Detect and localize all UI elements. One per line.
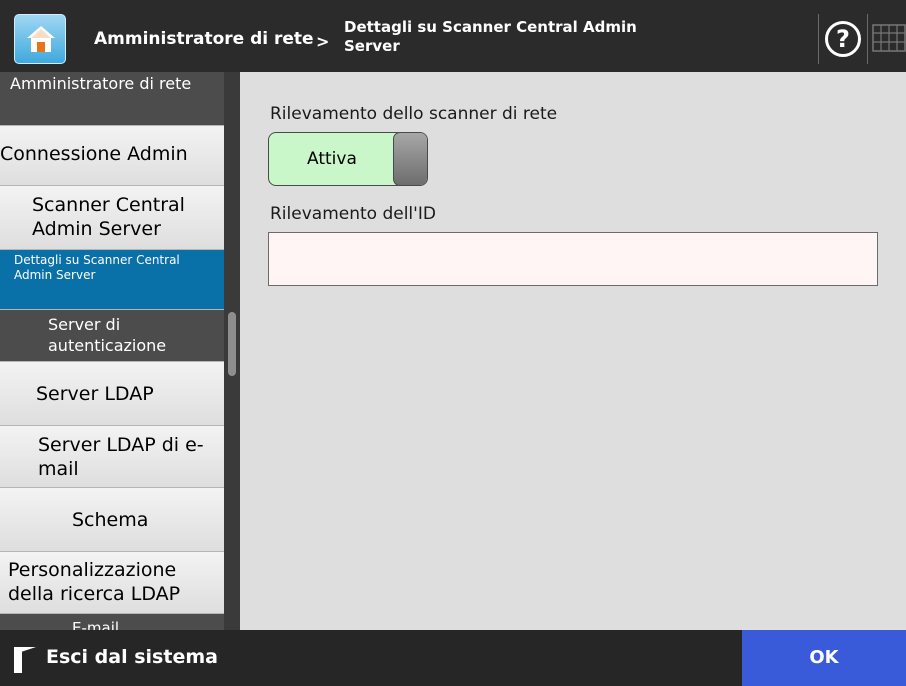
- sidebar-group-authentication-server[interactable]: Server di autenticazione: [0, 310, 224, 362]
- sidebar-group-email[interactable]: E-mail: [0, 614, 224, 630]
- settings-panel: Rilevamento dello scanner di rete Attiva…: [240, 72, 906, 630]
- sidebar: Amministratore di rete Connessione Admin…: [0, 72, 240, 630]
- help-icon: ?: [825, 21, 861, 57]
- keyboard-icon: [872, 24, 906, 52]
- scrollbar-thumb[interactable]: [228, 312, 236, 376]
- sidebar-item-label: Personalizzazione della ricerca LDAP: [8, 559, 181, 605]
- scanner-detection-toggle[interactable]: Attiva: [268, 132, 428, 186]
- sidebar-item-schema[interactable]: Schema: [0, 488, 224, 552]
- help-button[interactable]: ?: [818, 14, 868, 64]
- keyboard-button[interactable]: [872, 24, 906, 52]
- sidebar-item-label: Dettagli su Scanner Central Admin Server: [14, 253, 180, 282]
- sidebar-item-label: Scanner Central Admin Server: [32, 194, 185, 240]
- home-button[interactable]: [14, 14, 66, 64]
- id-detection-input[interactable]: [268, 232, 878, 286]
- home-icon: [27, 26, 55, 52]
- breadcrumb-parent[interactable]: Amministratore di rete: [94, 29, 314, 49]
- sidebar-item-label: Server di autenticazione: [48, 315, 167, 355]
- breadcrumb-separator: >: [316, 32, 330, 51]
- sidebar-item-ldap-server[interactable]: Server LDAP: [0, 362, 224, 426]
- toggle-state-label: Attiva: [307, 149, 357, 169]
- sidebar-scrollbar[interactable]: [224, 72, 240, 630]
- sidebar-item-label: Amministratore di rete: [10, 74, 192, 93]
- toggle-knob[interactable]: [393, 133, 427, 185]
- footer-bar: Esci dal sistema OK: [0, 630, 906, 686]
- logout-icon: [14, 647, 36, 673]
- sidebar-nav: Amministratore di rete Connessione Admin…: [0, 72, 224, 630]
- sidebar-item-admin-connection[interactable]: Connessione Admin: [0, 126, 224, 186]
- id-detection-label: Rilevamento dell'ID: [270, 204, 436, 224]
- logout-button[interactable]: Esci dal sistema: [0, 630, 250, 686]
- sidebar-item-scanner-central-admin-server[interactable]: Scanner Central Admin Server: [0, 186, 224, 250]
- sidebar-item-label: Server LDAP: [36, 383, 154, 405]
- sidebar-item-scanner-central-details[interactable]: Dettagli su Scanner Central Admin Server: [0, 250, 224, 310]
- sidebar-item-label: Server LDAP di e-mail: [38, 434, 204, 480]
- sidebar-item-ldap-search-customization[interactable]: Personalizzazione della ricerca LDAP: [0, 552, 224, 614]
- scanner-detection-label: Rilevamento dello scanner di rete: [270, 104, 558, 124]
- logout-label: Esci dal sistema: [46, 646, 218, 668]
- ok-button[interactable]: OK: [742, 630, 906, 686]
- sidebar-item-label: Connessione Admin: [0, 143, 188, 165]
- ok-label: OK: [809, 647, 839, 668]
- sidebar-item-label: Schema: [72, 509, 149, 531]
- page-title: Dettagli su Scanner Central Admin Server: [344, 18, 637, 55]
- sidebar-item-email-ldap-server[interactable]: Server LDAP di e-mail: [0, 426, 224, 488]
- header-bar: Amministratore di rete > Dettagli su Sca…: [0, 0, 906, 72]
- sidebar-group-network-admin[interactable]: Amministratore di rete: [0, 72, 224, 126]
- sidebar-item-label: E-mail: [72, 619, 120, 630]
